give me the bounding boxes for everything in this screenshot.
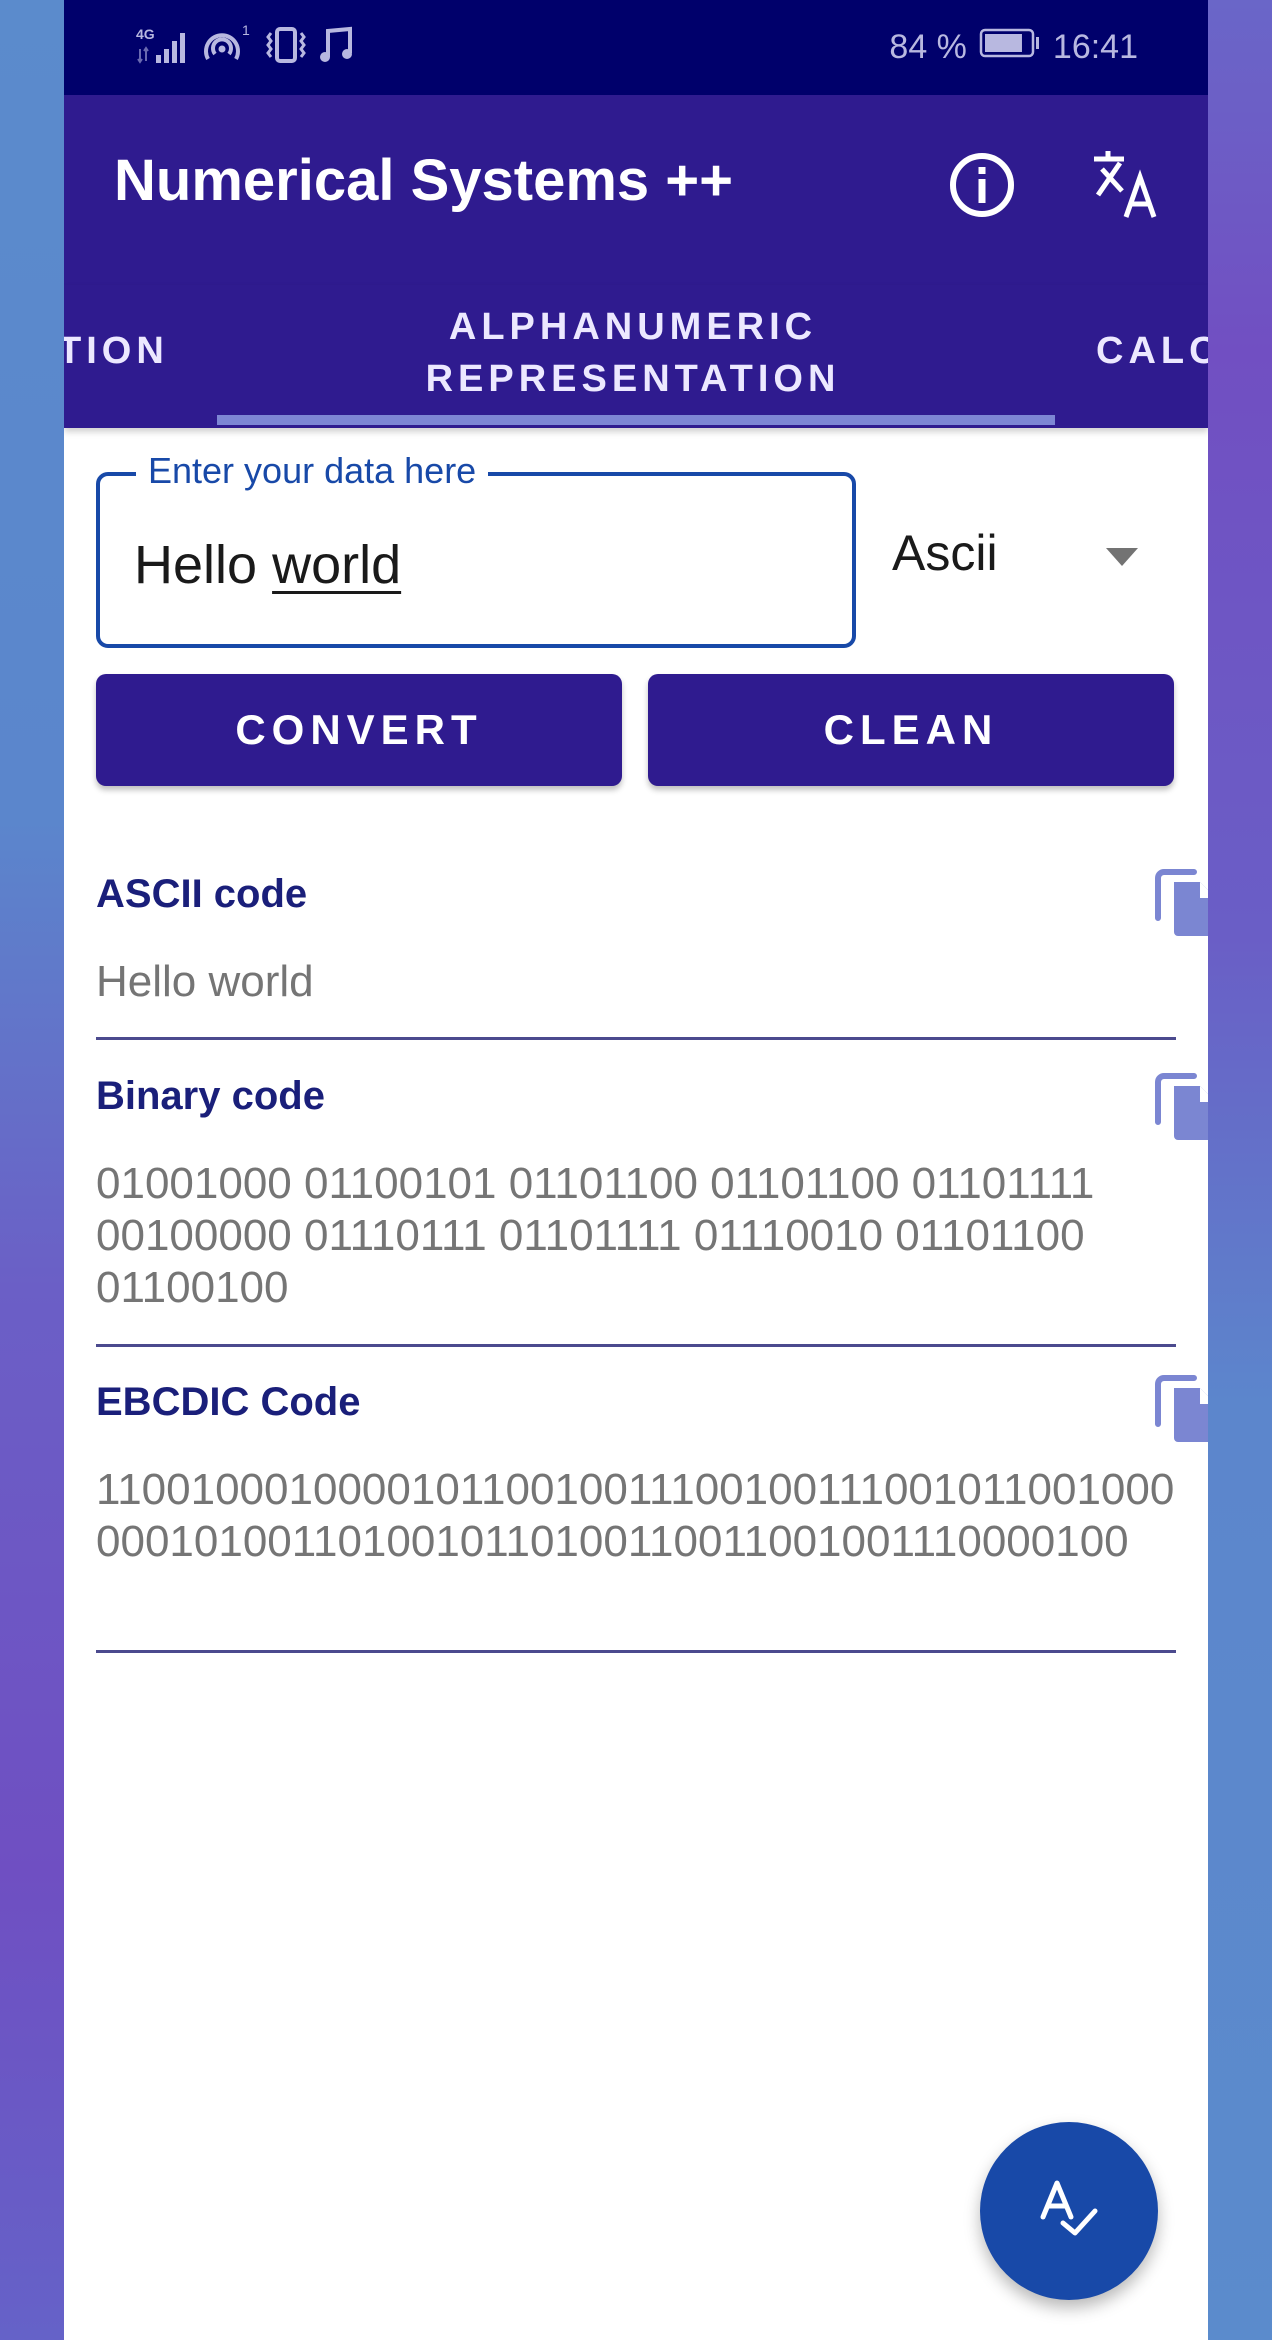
data-input-value[interactable]: Hello world xyxy=(134,534,401,596)
copy-icon xyxy=(1146,1073,1208,1148)
dropdown-arrow-icon xyxy=(1106,548,1138,566)
battery-icon xyxy=(979,28,1041,67)
music-note-icon xyxy=(318,25,354,70)
input-word-1: Hello xyxy=(134,535,258,595)
ebcdic-value: 1100100010000101100100111001001110010110… xyxy=(96,1465,1175,1566)
clock: 16:41 xyxy=(1052,27,1138,66)
tab-label-line2: REPRESENTATION xyxy=(425,358,841,400)
hotspot-icon: 1 xyxy=(202,22,254,72)
phone-screen: 4G 1 84 % 16:41 Numerical Systems ++ TIO… xyxy=(64,0,1208,2340)
vibrate-icon xyxy=(264,25,308,70)
copy-ebcdic-button[interactable] xyxy=(1146,1366,1208,1446)
status-bar: 4G 1 84 % 16:41 xyxy=(64,0,1208,95)
data-input-field[interactable]: Enter your data here Hello world xyxy=(96,450,856,648)
background-right xyxy=(1208,0,1272,2340)
info-button[interactable] xyxy=(944,147,1020,223)
spellcheck-icon xyxy=(1033,2173,1105,2250)
copy-binary-button[interactable] xyxy=(1146,1064,1208,1144)
network-type-label: 4G xyxy=(136,26,155,42)
binary-value: 01001000 01100101 01101100 01101100 0110… xyxy=(96,1159,1095,1312)
encoding-select[interactable]: Ascii xyxy=(892,510,1182,610)
status-icons-right: 84 % 16:41 xyxy=(889,22,1138,72)
app-title: Numerical Systems ++ xyxy=(114,148,734,213)
ascii-divider xyxy=(96,1037,1176,1040)
app-bar: Numerical Systems ++ xyxy=(64,95,1208,285)
clean-button[interactable]: CLEAN xyxy=(648,674,1174,786)
input-word-2: world xyxy=(272,535,402,595)
copy-icon xyxy=(1146,1375,1208,1450)
copy-icon xyxy=(1146,869,1208,944)
binary-title: Binary code xyxy=(96,1074,325,1118)
copy-ascii-button[interactable] xyxy=(1146,860,1208,940)
ascii-title: ASCII code xyxy=(96,872,308,916)
battery-percent: 84 % xyxy=(889,27,967,66)
convert-button[interactable]: CONVERT xyxy=(96,674,622,786)
ascii-value: Hello world xyxy=(96,957,314,1006)
hotspot-count: 1 xyxy=(242,23,250,38)
tab-calculator[interactable]: CALC xyxy=(1096,325,1208,377)
data-input-label: Enter your data here xyxy=(136,450,489,492)
status-icons-left: 4G 1 xyxy=(136,22,354,72)
encoding-select-value: Ascii xyxy=(892,525,998,581)
tab-alphanumeric-representation[interactable]: ALPHANUMERIC REPRESENTATION xyxy=(214,301,1052,405)
tab-bar: TION ALPHANUMERIC REPRESENTATION CALC xyxy=(64,285,1208,428)
active-tab-indicator xyxy=(217,415,1055,425)
ebcdic-divider xyxy=(96,1650,1176,1653)
tab-previous[interactable]: TION xyxy=(64,325,169,377)
signal-icon: 4G xyxy=(136,25,192,70)
translate-icon xyxy=(1090,151,1166,227)
spellcheck-fab[interactable] xyxy=(980,2122,1158,2300)
background-left xyxy=(0,0,64,2340)
info-icon xyxy=(944,153,1020,227)
ebcdic-title: EBCDIC Code xyxy=(96,1380,361,1424)
translate-button[interactable] xyxy=(1090,147,1166,223)
tab-label-line1: ALPHANUMERIC xyxy=(448,306,818,348)
binary-divider xyxy=(96,1344,1176,1347)
